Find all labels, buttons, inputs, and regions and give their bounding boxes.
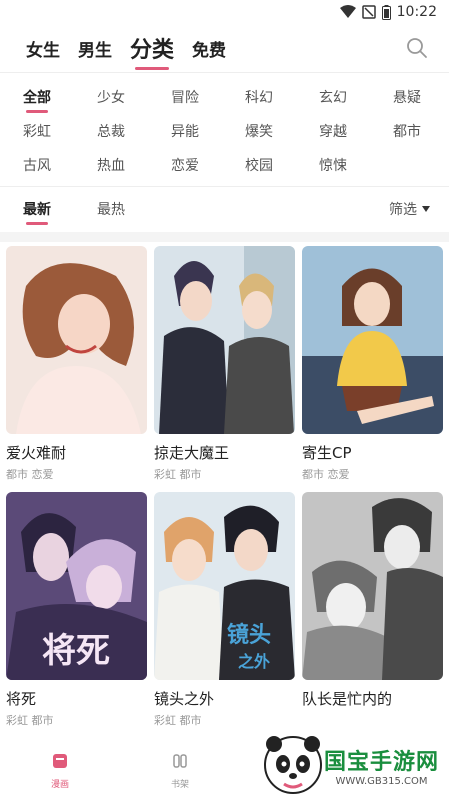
nav-shelf-label: 书架 xyxy=(170,780,189,790)
comic-cover[interactable]: 将死 xyxy=(6,492,147,680)
comic-title: 将死 xyxy=(6,690,37,708)
comic-card[interactable]: 镜头 之外 镜头之外 彩虹 都市 xyxy=(154,492,295,728)
comic-title: 镜头之外 xyxy=(154,690,215,708)
tab-male[interactable]: 男生 xyxy=(78,36,112,61)
comic-tags: 都市 恋爱 xyxy=(302,468,350,481)
divider xyxy=(0,72,449,73)
genre-item[interactable]: 惊悚 xyxy=(296,155,370,175)
watermark-url: WWW.GB315.COM xyxy=(335,775,428,787)
comic-cover[interactable] xyxy=(302,246,443,434)
genre-row: 古风 热血 恋爱 校园 惊悚 xyxy=(0,148,449,182)
genre-filter-grid: 全部 少女 冒险 科幻 玄幻 悬疑 彩虹 总裁 异能 爆笑 穿越 都市 古风 热… xyxy=(0,80,449,182)
comic-title: 队长是忙内的 xyxy=(302,690,393,708)
section-divider xyxy=(0,232,449,242)
nav-shelf[interactable]: 书架 xyxy=(150,752,210,790)
comic-tags: 都市 恋爱 xyxy=(6,468,54,481)
genre-item[interactable]: 恋爱 xyxy=(148,155,222,175)
sort-bar: 最新 最热 筛选 xyxy=(0,192,449,226)
genre-item[interactable]: 彩虹 xyxy=(0,121,74,141)
panda-logo-icon xyxy=(263,736,322,794)
sort-latest[interactable]: 最新 xyxy=(0,199,74,219)
divider xyxy=(0,186,449,187)
comic-title: 掠走大魔王 xyxy=(154,444,230,462)
genre-row: 全部 少女 冒险 科幻 玄幻 悬疑 xyxy=(0,80,449,114)
comic-row: 将死 将死 彩虹 都市 镜头 之外 镜头之外 彩虹 都市 队长是忙内的 xyxy=(0,492,449,728)
comic-tags: 彩虹 都市 xyxy=(6,714,54,727)
genre-item[interactable]: 悬疑 xyxy=(370,87,444,107)
genre-row: 彩虹 总裁 异能 爆笑 穿越 都市 xyxy=(0,114,449,148)
genre-item[interactable]: 穿越 xyxy=(296,121,370,141)
comic-cover[interactable] xyxy=(302,492,443,680)
genre-item[interactable]: 都市 xyxy=(370,121,444,141)
top-tab-bar: 女生 男生 分类 免费 xyxy=(0,26,449,70)
genre-item[interactable]: 玄幻 xyxy=(296,87,370,107)
genre-item[interactable]: 少女 xyxy=(74,87,148,107)
genre-item[interactable]: 热血 xyxy=(74,155,148,175)
bookshelf-icon xyxy=(171,752,189,774)
cover-title-text: 镜头 xyxy=(227,622,271,648)
cover-title-text: 之外 xyxy=(238,652,270,671)
status-time: 10:22 xyxy=(396,4,437,20)
comic-cover[interactable] xyxy=(154,246,295,434)
comic-card[interactable]: 将死 将死 彩虹 都市 xyxy=(6,492,147,728)
nav-comics[interactable]: 漫画 xyxy=(30,752,90,790)
comic-cover[interactable] xyxy=(6,246,147,434)
nav-comics-label: 漫画 xyxy=(50,780,69,790)
tab-free[interactable]: 免费 xyxy=(192,36,226,61)
watermark-name: 国宝手游网 xyxy=(323,749,439,775)
genre-item[interactable]: 校园 xyxy=(222,155,296,175)
watermark: 国宝手游网 WWW.GB315.COM xyxy=(262,734,439,796)
genre-item[interactable]: 总裁 xyxy=(74,121,148,141)
comic-card[interactable]: 掠走大魔王 彩虹 都市 xyxy=(154,246,295,482)
tab-category[interactable]: 分类 xyxy=(130,32,174,64)
status-bar: 10:22 xyxy=(0,0,449,24)
battery-icon xyxy=(381,4,391,20)
caret-down-icon xyxy=(421,201,431,217)
wifi-icon xyxy=(339,5,356,19)
tab-female[interactable]: 女生 xyxy=(26,36,60,61)
comic-cover[interactable]: 镜头 之外 xyxy=(154,492,295,680)
genre-item[interactable]: 爆笑 xyxy=(222,121,296,141)
comic-title: 寄生CP xyxy=(302,444,352,462)
comic-book-icon xyxy=(51,752,69,774)
comic-tags: 彩虹 都市 xyxy=(154,468,202,481)
genre-item[interactable]: 冒险 xyxy=(148,87,222,107)
sim-no-signal-icon xyxy=(361,5,376,19)
genre-item[interactable]: 异能 xyxy=(148,121,222,141)
filter-label: 筛选 xyxy=(389,202,417,218)
comic-tags: 彩虹 都市 xyxy=(154,714,202,727)
genre-all[interactable]: 全部 xyxy=(0,87,74,107)
filter-button[interactable]: 筛选 xyxy=(389,199,431,219)
comic-card[interactable]: 队长是忙内的 xyxy=(302,492,443,728)
sort-hottest[interactable]: 最热 xyxy=(74,199,148,219)
comic-card[interactable]: 爱火难耐 都市 恋爱 xyxy=(6,246,147,482)
cover-title-text: 将死 xyxy=(42,631,110,671)
comic-row: 爱火难耐 都市 恋爱 掠走大魔王 彩虹 都市 寄生CP 都市 恋爱 xyxy=(0,246,449,482)
comic-title: 爱火难耐 xyxy=(6,444,67,462)
comic-card[interactable]: 寄生CP 都市 恋爱 xyxy=(302,246,443,482)
search-icon[interactable] xyxy=(405,36,429,60)
genre-item[interactable]: 古风 xyxy=(0,155,74,175)
comic-grid: 爱火难耐 都市 恋爱 掠走大魔王 彩虹 都市 寄生CP 都市 恋爱 将死 将死 … xyxy=(0,246,449,738)
genre-item[interactable]: 科幻 xyxy=(222,87,296,107)
